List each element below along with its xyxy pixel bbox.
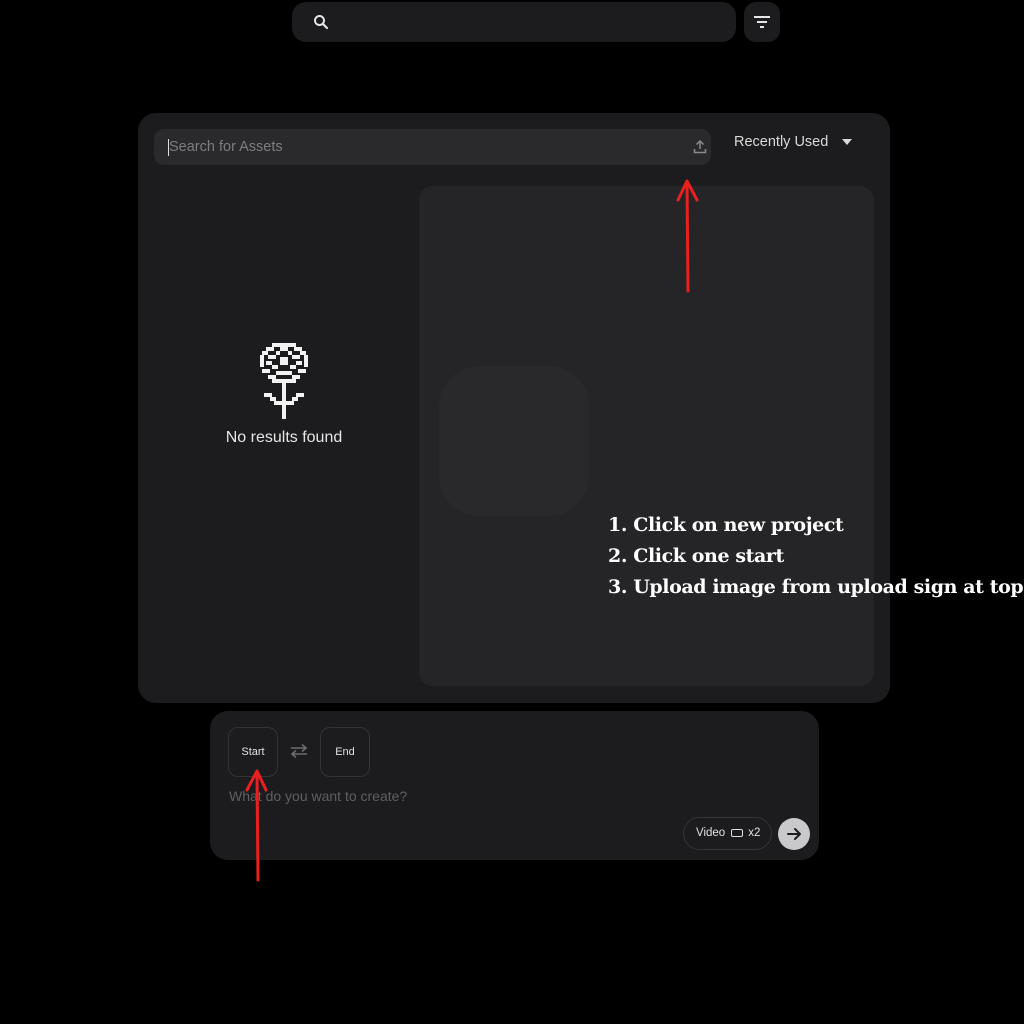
upload-icon[interactable] — [692, 139, 708, 155]
sort-label: Recently Used — [734, 134, 829, 150]
annotation-arrow-upload — [676, 179, 699, 293]
asset-search-input[interactable]: Search for Assets — [154, 129, 711, 165]
top-search-bar[interactable] — [292, 2, 736, 42]
instruction-step: 2. Click one start — [608, 545, 784, 567]
asset-search-placeholder: Search for Assets — [169, 139, 283, 155]
aspect-ratio-icon — [731, 828, 744, 837]
filter-icon — [754, 16, 770, 28]
video-mode-chip[interactable]: Video x2 — [683, 817, 772, 850]
empty-state-text: No results found — [225, 429, 343, 446]
instruction-step: 3. Upload image from upload sign at top — [608, 576, 1024, 598]
asset-panel: Search for Assets Recently Used No resul… — [138, 113, 890, 703]
arrow-right-icon — [787, 828, 801, 840]
preview-placeholder — [439, 366, 589, 516]
swap-icon[interactable] — [289, 743, 309, 759]
asset-preview-area — [419, 186, 874, 686]
chevron-down-icon — [842, 139, 853, 146]
pixel-flower-icon — [260, 343, 308, 419]
instruction-step: 1. Click on new project — [608, 514, 844, 536]
filter-button[interactable] — [744, 2, 780, 42]
instruction-list: 1. Click on new project 2. Click one sta… — [608, 510, 1024, 603]
empty-state: No results found — [214, 343, 354, 447]
search-icon — [314, 15, 329, 30]
end-frame-button[interactable]: End — [320, 727, 370, 777]
sort-dropdown[interactable]: Recently Used — [734, 134, 853, 158]
mode-label: Video — [696, 827, 726, 839]
submit-button[interactable] — [778, 818, 810, 850]
annotation-arrow-start — [245, 769, 268, 882]
count-label: x2 — [748, 827, 761, 839]
prompt-composer: Start End What do you want to create? Vi… — [210, 711, 819, 860]
